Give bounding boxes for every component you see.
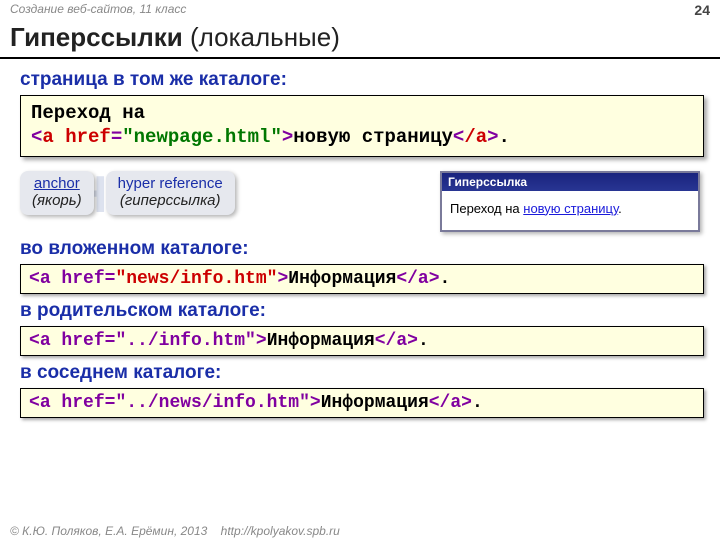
browser-body: Переход на новую страницу. <box>442 191 698 230</box>
title-sub: (локальные) <box>183 22 340 52</box>
anchor-russian: (якорь) <box>32 192 82 209</box>
pill-href: hyper reference (гиперссылка) <box>106 171 235 216</box>
code-example-2: a href="news/info.htm"Информация/a. <box>20 264 704 294</box>
code-example-1: Переход на a href="newpage.html"новую ст… <box>20 95 704 157</box>
label-parent: в родительском каталоге: <box>20 300 704 322</box>
code-example-4: a href="../news/info.htm"Информация/a. <box>20 388 704 418</box>
browser-titlebar: Гиперссылка <box>442 173 698 191</box>
slide-header: Создание веб-сайтов, 11 класс 24 <box>0 0 720 20</box>
footer-url: http://kpolyakov.spb.ru <box>221 524 340 538</box>
pill-anchor: anchor (якорь) <box>20 171 94 216</box>
browser-link[interactable]: новую страницу <box>523 201 618 216</box>
anchor-english: anchor <box>34 175 80 192</box>
slide-content: страница в том же каталоге: Переход на a… <box>0 59 720 418</box>
label-nested: во вложенном каталоге: <box>20 238 704 260</box>
copyright: © К.Ю. Поляков, Е.А. Ерёмин, 2013 <box>10 524 207 538</box>
href-russian: (гиперссылка) <box>120 192 221 209</box>
label-sibling: в соседнем каталоге: <box>20 362 704 384</box>
href-english: hyper reference <box>118 175 223 192</box>
title-main: Гиперссылки <box>10 22 183 52</box>
code-example-3: a href="../info.htm"Информация/a. <box>20 326 704 356</box>
page-number: 24 <box>694 2 710 18</box>
browser-preview: Гиперссылка Переход на новую страницу. <box>440 171 700 232</box>
label-same-dir: страница в том же каталоге: <box>20 69 704 91</box>
annotations-row: HREF anchor (якорь) hyper reference (гип… <box>20 171 704 232</box>
course-title: Создание веб-сайтов, 11 класс <box>10 2 186 18</box>
slide-footer: © К.Ю. Поляков, Е.А. Ерёмин, 2013 http:/… <box>10 524 340 538</box>
slide-title: Гиперссылки (локальные) <box>0 20 720 59</box>
